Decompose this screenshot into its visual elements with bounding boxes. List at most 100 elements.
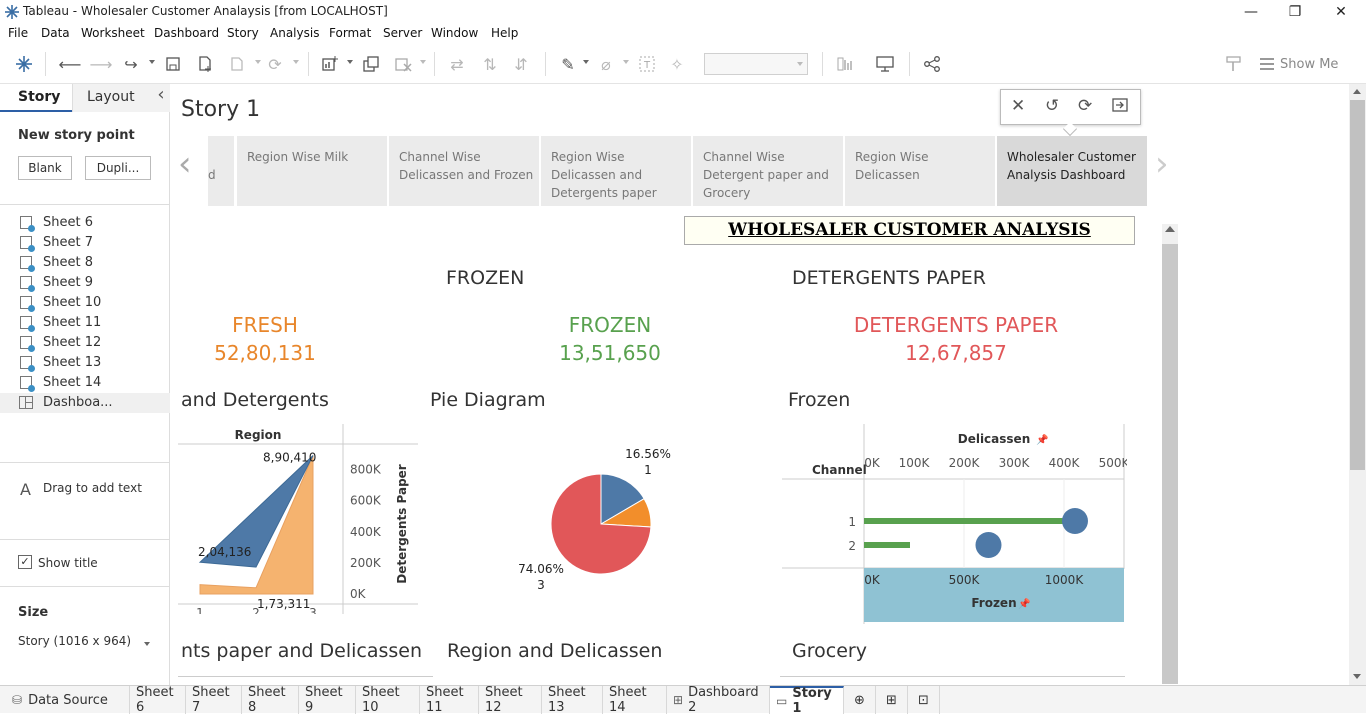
size-dropdown[interactable]: Story (1016 x 964) bbox=[18, 634, 153, 654]
menu-format[interactable]: Format bbox=[329, 26, 371, 40]
sheet-list-item[interactable]: Sheet 8 bbox=[0, 253, 170, 273]
show-cards-icon[interactable] bbox=[836, 54, 856, 74]
scrollbar-thumb[interactable] bbox=[1350, 100, 1365, 470]
window-scrollbar[interactable] bbox=[1349, 84, 1366, 685]
delete-story-point-icon[interactable]: ✕ bbox=[1011, 96, 1025, 116]
fix-axes-icon[interactable]: ✧ bbox=[667, 54, 687, 74]
sheet-list-item[interactable]: Sheet 13 bbox=[0, 353, 170, 373]
story-point-tab[interactable]: Channel Wise Delicassen and Frozen bbox=[389, 136, 539, 206]
duplicate-story-point-button[interactable]: Dupli... bbox=[85, 156, 151, 180]
presentation-mode-icon[interactable] bbox=[875, 54, 895, 74]
tab-sheet[interactable]: Sheet 14 bbox=[603, 685, 667, 715]
tab-story[interactable]: Story bbox=[0, 84, 72, 112]
chevron-down-icon bbox=[623, 60, 629, 64]
story-point-tab[interactable]: Region Wise Milk bbox=[237, 136, 387, 206]
sheet-list-item[interactable]: Sheet 11 bbox=[0, 313, 170, 333]
menu-dashboard[interactable]: Dashboard bbox=[154, 26, 219, 40]
new-story-tab-icon[interactable]: ⊡ bbox=[908, 686, 940, 714]
blank-story-point-button[interactable]: Blank bbox=[18, 156, 72, 180]
undo-icon[interactable]: ⟵ bbox=[59, 54, 82, 74]
format-painter-icon[interactable] bbox=[1224, 54, 1244, 74]
sheet-label: Sheet 10 bbox=[43, 295, 102, 310]
tab-sheet[interactable]: Sheet 8 bbox=[242, 685, 299, 715]
worksheet-icon bbox=[20, 336, 35, 352]
sort-ascending-icon[interactable]: ⇅ bbox=[480, 54, 500, 74]
new-worksheet-tab-icon[interactable]: ⊕ bbox=[844, 686, 876, 714]
tab-layout[interactable]: Layout bbox=[72, 84, 152, 112]
bar-chart[interactable]: Delicassen 📌0K 100K 200K 300K 400K 500K0K 500K 1… bbox=[782, 424, 1127, 624]
story-nav-prev[interactable]: ‹ bbox=[178, 144, 192, 184]
show-mark-labels-icon[interactable]: T bbox=[637, 54, 657, 74]
menu-story[interactable]: Story bbox=[227, 26, 259, 40]
sheet-list-item[interactable]: Sheet 12 bbox=[0, 333, 170, 353]
restore-button[interactable]: ❐ bbox=[1272, 0, 1318, 24]
story-point-tab[interactable]: Channel Wise Detergent paper and Grocery bbox=[693, 136, 843, 206]
area-chart[interactable]: Region 2,04,136 1,73,311 8,90,410 1 2 3 0K 200K 4… bbox=[178, 424, 418, 614]
story-point-tab[interactable]: Region Wise Delicassen bbox=[845, 136, 995, 206]
revert-icon[interactable]: ↺ bbox=[1045, 96, 1059, 116]
tab-sheet[interactable]: Sheet 11 bbox=[420, 685, 479, 715]
tab-data-source[interactable]: ⛁ Data Source bbox=[0, 686, 130, 714]
chevron-down-icon[interactable] bbox=[347, 60, 353, 64]
menu-worksheet[interactable]: Worksheet bbox=[81, 26, 145, 40]
pause-updates-icon[interactable] bbox=[227, 54, 247, 74]
scroll-down-icon[interactable] bbox=[1353, 674, 1361, 679]
highlight-icon[interactable]: ✎ bbox=[558, 54, 578, 74]
menu-help[interactable]: Help bbox=[491, 26, 518, 40]
dashboard-scrollbar[interactable] bbox=[1162, 224, 1178, 684]
tab-sheet[interactable]: Sheet 6 bbox=[130, 685, 186, 715]
sheet-list-item[interactable]: Sheet 10 bbox=[0, 293, 170, 313]
scroll-up-icon[interactable] bbox=[1165, 226, 1175, 232]
menu-analysis[interactable]: Analysis bbox=[270, 26, 319, 40]
minimize-button[interactable]: — bbox=[1228, 0, 1274, 24]
clear-sheet-icon[interactable] bbox=[393, 54, 413, 74]
story-point-tab[interactable]: d bbox=[208, 136, 234, 206]
show-me-button[interactable]: Show Me bbox=[1260, 54, 1338, 74]
swap-rows-columns-icon[interactable]: ⇄ bbox=[447, 54, 467, 74]
share-icon[interactable] bbox=[922, 54, 942, 74]
chevron-down-icon[interactable] bbox=[583, 60, 589, 64]
new-worksheet-icon[interactable] bbox=[320, 54, 340, 74]
group-members-icon[interactable]: ⌀ bbox=[596, 54, 616, 74]
close-window-button[interactable]: ✕ bbox=[1318, 0, 1364, 24]
collapse-pane-icon[interactable]: ‹ bbox=[152, 84, 170, 112]
tab-sheet[interactable]: Sheet 9 bbox=[299, 685, 356, 715]
menu-window[interactable]: Window bbox=[431, 26, 478, 40]
sort-descending-icon[interactable]: ⇵ bbox=[511, 54, 531, 74]
story-point-tab-active[interactable]: Wholesaler Customer Analysis Dashboard bbox=[997, 136, 1147, 206]
chevron-down-icon[interactable] bbox=[149, 60, 155, 64]
update-icon[interactable]: ⟳ bbox=[1078, 96, 1092, 116]
tab-sheet[interactable]: Sheet 12 bbox=[479, 685, 542, 715]
new-data-source-icon[interactable] bbox=[195, 54, 215, 74]
menu-data[interactable]: Data bbox=[41, 26, 70, 40]
drag-to-add-text[interactable]: Drag to add text bbox=[43, 481, 142, 495]
fit-dropdown[interactable] bbox=[704, 53, 808, 75]
text-object-icon[interactable]: A bbox=[20, 480, 31, 499]
tab-story-1[interactable]: ▭ Story 1 bbox=[770, 686, 844, 716]
sheet-list-item-dashboard[interactable]: Dashboa... bbox=[0, 393, 170, 413]
scroll-up-icon[interactable] bbox=[1353, 89, 1361, 94]
replace-data-source-icon[interactable]: ↪ bbox=[121, 54, 141, 74]
new-dashboard-tab-icon[interactable]: ⊞ bbox=[876, 686, 908, 714]
menu-file[interactable]: File bbox=[8, 26, 28, 40]
tab-sheet[interactable]: Sheet 13 bbox=[542, 685, 603, 715]
show-title-checkbox[interactable]: ✓ bbox=[18, 555, 32, 569]
story-point-tab[interactable]: Region Wise Delicassen and Detergents pa… bbox=[541, 136, 691, 206]
story-nav-next[interactable]: › bbox=[1155, 144, 1169, 184]
redo-icon[interactable]: ⟶ bbox=[90, 54, 113, 74]
save-icon[interactable] bbox=[163, 54, 183, 74]
sheet-list-item[interactable]: Sheet 7 bbox=[0, 233, 170, 253]
sheet-list-item[interactable]: Sheet 14 bbox=[0, 373, 170, 393]
tab-dashboard-2[interactable]: ⊞ Dashboard 2 bbox=[667, 685, 770, 715]
menu-server[interactable]: Server bbox=[383, 26, 422, 40]
sheet-list-item[interactable]: Sheet 6 bbox=[0, 213, 170, 233]
tableau-home-icon[interactable] bbox=[14, 54, 34, 74]
save-as-new-icon[interactable] bbox=[1111, 97, 1129, 116]
pie-chart[interactable]: 16.56% 1 74.06% 3 bbox=[500, 434, 690, 614]
scrollbar-thumb[interactable] bbox=[1162, 244, 1178, 684]
duplicate-sheet-icon[interactable] bbox=[361, 54, 381, 74]
tab-sheet[interactable]: Sheet 7 bbox=[186, 685, 242, 715]
refresh-icon[interactable]: ⟳ bbox=[265, 54, 285, 74]
tab-sheet[interactable]: Sheet 10 bbox=[356, 685, 420, 715]
sheet-list-item[interactable]: Sheet 9 bbox=[0, 273, 170, 293]
